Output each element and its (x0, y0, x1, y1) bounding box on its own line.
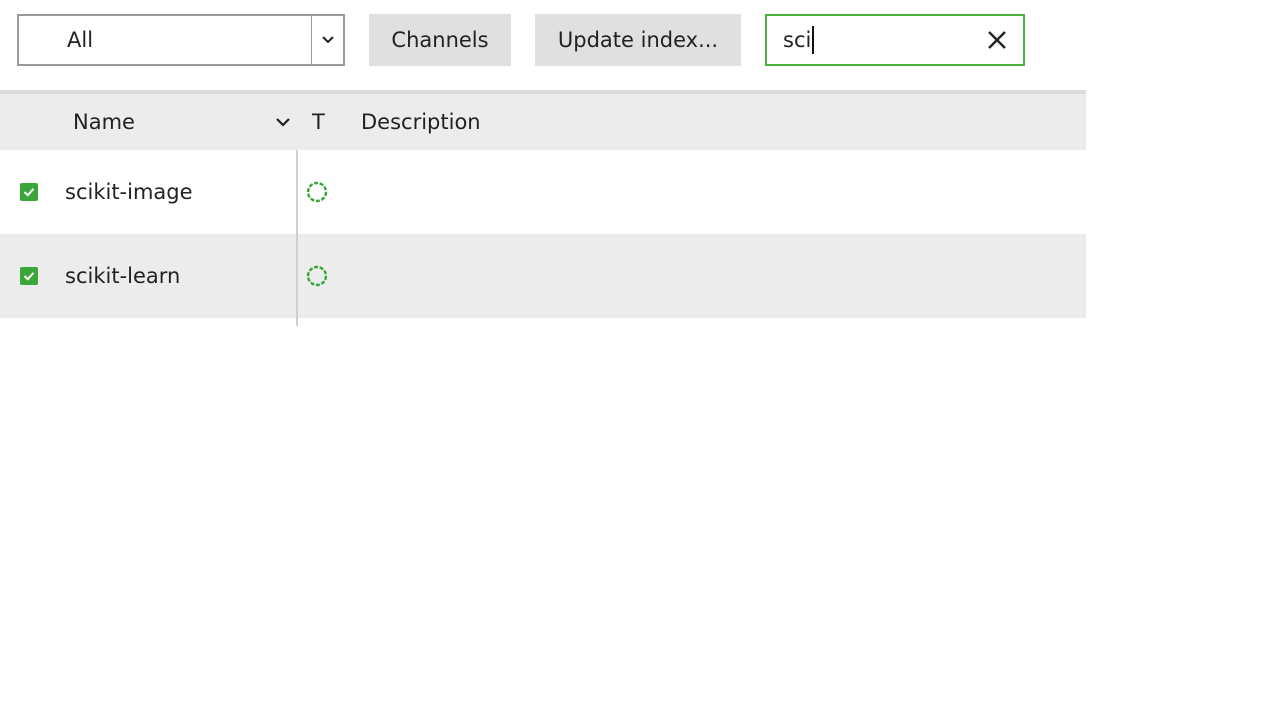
checkmark-icon (23, 272, 35, 281)
sort-name-button[interactable] (272, 110, 294, 134)
column-header-type[interactable]: T (312, 94, 325, 150)
column-header-description[interactable]: Description (361, 94, 481, 150)
package-name: scikit-image (65, 180, 193, 204)
checkmark-icon (23, 188, 35, 197)
search-value: sci (783, 28, 812, 52)
update-index-button[interactable]: Update index... (535, 14, 741, 66)
column-divider[interactable] (296, 150, 298, 326)
filter-selected-value: All (67, 28, 94, 52)
spinner-icon (306, 265, 328, 287)
text-caret (812, 26, 814, 54)
chevron-down-icon (321, 36, 334, 44)
channels-button[interactable]: Channels (369, 14, 511, 66)
chevron-down-icon (276, 118, 290, 127)
spinner-icon (306, 181, 328, 203)
row-checkbox[interactable] (20, 183, 38, 201)
table-header (0, 94, 1086, 150)
filter-dropdown-toggle[interactable] (311, 16, 343, 64)
filter-dropdown[interactable]: All (17, 14, 345, 66)
column-header-name[interactable]: Name (73, 94, 135, 150)
search-field[interactable]: sci (767, 16, 971, 64)
clear-search-button[interactable] (971, 16, 1023, 64)
package-name: scikit-learn (65, 264, 181, 288)
search-input[interactable]: sci (765, 14, 1025, 66)
row-checkbox[interactable] (20, 267, 38, 285)
close-icon (988, 31, 1006, 49)
